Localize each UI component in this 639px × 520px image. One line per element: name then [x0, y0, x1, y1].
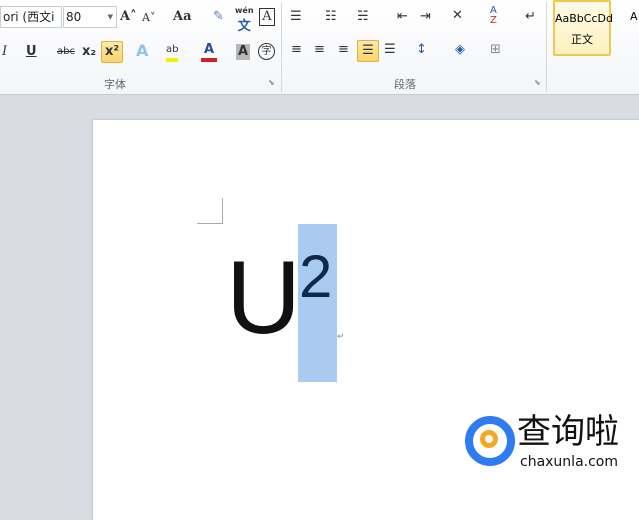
change-case-icon[interactable]: Aa: [173, 9, 192, 25]
font-size-combo[interactable]: 80 ▼: [63, 6, 117, 28]
underline-icon[interactable]: U: [26, 44, 37, 60]
logo-search-icon: [480, 430, 498, 448]
sort-icon[interactable]: AZ: [490, 6, 497, 26]
character-shading-icon[interactable]: A: [236, 44, 250, 60]
font-name-combo[interactable]: ori (西文i: [0, 6, 62, 28]
font-group-label: 字体: [104, 78, 126, 91]
subscript-icon[interactable]: x₂: [82, 44, 96, 60]
watermark-url: chaxunla.com: [520, 454, 618, 470]
clear-formatting-icon[interactable]: ✎: [213, 9, 224, 25]
phonetic-guide-icon[interactable]: wén 文: [235, 3, 254, 36]
font-color-icon[interactable]: A: [201, 42, 217, 62]
show-marks-icon[interactable]: ↵: [525, 9, 536, 25]
highlight-icon[interactable]: ab: [166, 42, 179, 62]
paragraph-group-label: 段落: [394, 78, 416, 91]
style-normal[interactable]: AaBbCcDd 正文: [553, 0, 613, 56]
borders-icon[interactable]: ⊞: [490, 42, 501, 58]
character-border-icon[interactable]: A: [259, 8, 275, 26]
italic-icon[interactable]: I: [2, 44, 7, 60]
line-spacing-icon[interactable]: ↕: [416, 42, 427, 58]
distributed-icon[interactable]: ☰: [384, 42, 396, 58]
justify-button[interactable]: ☰: [357, 40, 379, 62]
font-dialog-launcher-icon[interactable]: ⬊: [268, 78, 275, 87]
shrink-font-icon[interactable]: A˅: [142, 10, 155, 26]
base-text[interactable]: U: [226, 238, 301, 358]
margin-corner-mark: [197, 198, 223, 224]
strikethrough-icon[interactable]: abc: [57, 44, 75, 60]
superscript-text[interactable]: 2: [299, 242, 332, 312]
style-next[interactable]: A: [630, 10, 638, 23]
grow-font-icon[interactable]: A˄: [120, 9, 137, 25]
align-center-icon[interactable]: ≡: [314, 42, 325, 58]
divider: [281, 2, 282, 92]
text-effects-icon[interactable]: A: [136, 43, 148, 59]
watermark-logo: 查询啦 chaxunla.com: [465, 410, 635, 480]
align-left-icon[interactable]: ≡: [291, 42, 302, 58]
watermark-name: 查询啦: [517, 412, 619, 452]
multilevel-list-icon[interactable]: ☵: [357, 9, 369, 25]
shading-icon[interactable]: ◈: [455, 42, 465, 58]
divider: [546, 2, 547, 92]
chinese-layout-icon[interactable]: ✕: [452, 8, 463, 24]
bullets-icon[interactable]: ☰: [290, 9, 302, 25]
ribbon: ori (西文i 80 ▼ A˄ A˅ Aa ✎ wén 文 A I U abc x…: [0, 0, 639, 95]
paragraph-dialog-launcher-icon[interactable]: ⬊: [534, 78, 541, 87]
decrease-indent-icon[interactable]: ⇤: [397, 9, 408, 25]
align-right-icon[interactable]: ≡: [338, 42, 349, 58]
enclose-characters-icon[interactable]: 字: [258, 43, 275, 60]
increase-indent-icon[interactable]: ⇥: [420, 9, 431, 25]
superscript-button[interactable]: x²: [101, 41, 123, 63]
numbering-icon[interactable]: ☷: [325, 9, 337, 25]
paragraph-mark: ↵: [337, 332, 345, 342]
